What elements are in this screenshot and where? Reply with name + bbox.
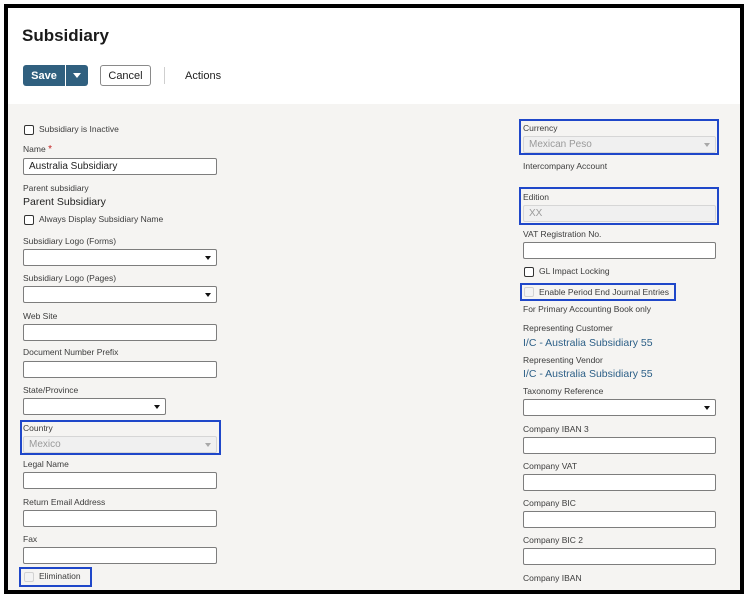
fax-field[interactable] — [23, 547, 217, 564]
name-label: Name * — [23, 144, 52, 155]
company-bic2-label: Company BIC 2 — [523, 535, 583, 545]
company-iban-label: Company IBAN — [523, 573, 582, 583]
company-vat-label: Company VAT — [523, 461, 578, 471]
logo-forms-label: Subsidiary Logo (Forms) — [23, 236, 117, 246]
company-bic-field[interactable] — [523, 511, 716, 528]
parent-subsidiary-label: Parent subsidiary — [23, 183, 89, 193]
company-bic-label: Company BIC — [523, 498, 576, 508]
company-bic2-field[interactable] — [523, 548, 716, 565]
company-iban3-label: Company IBAN 3 — [523, 424, 589, 434]
chevron-down-icon — [704, 143, 710, 147]
country-label: Country — [23, 423, 53, 433]
legal-name-label: Legal Name — [23, 459, 69, 469]
chevron-down-icon — [205, 293, 211, 297]
always-display-label: Always Display Subsidiary Name — [39, 214, 164, 224]
return-email-label: Return Email Address — [23, 497, 106, 507]
subsidiary-inactive-label: Subsidiary is Inactive — [39, 124, 119, 134]
representing-vendor-link[interactable]: I/C - Australia Subsidiary 55 — [523, 368, 653, 380]
representing-customer-label: Representing Customer — [523, 323, 613, 333]
fax-label: Fax — [23, 534, 38, 544]
actions-menu[interactable]: Actions — [185, 70, 221, 82]
always-display-checkbox[interactable] — [24, 215, 34, 225]
representing-customer-link[interactable]: I/C - Australia Subsidiary 55 — [523, 337, 653, 349]
representing-vendor-label: Representing Vendor — [523, 355, 603, 365]
toolbar-divider — [164, 67, 165, 84]
web-site-label: Web Site — [23, 311, 58, 321]
primary-book-label: For Primary Accounting Book only — [523, 304, 652, 314]
cancel-button[interactable]: Cancel — [100, 65, 151, 86]
page-header: Subsidiary Save Cancel Actions — [8, 8, 740, 104]
chevron-down-icon — [154, 405, 160, 409]
vat-registration-label: VAT Registration No. — [523, 229, 602, 239]
edition-label: Edition — [523, 192, 549, 202]
page-title: Subsidiary — [22, 26, 109, 45]
chevron-down-icon — [205, 443, 211, 447]
save-options-button[interactable] — [66, 65, 88, 86]
country-select[interactable]: Mexico — [23, 436, 217, 453]
required-indicator: * — [48, 144, 52, 155]
legal-name-field[interactable] — [23, 472, 217, 489]
chevron-down-icon — [205, 256, 211, 260]
gl-impact-locking-checkbox[interactable] — [524, 267, 534, 277]
doc-prefix-field[interactable] — [23, 361, 217, 378]
state-select[interactable] — [23, 398, 166, 415]
doc-prefix-label: Document Number Prefix — [23, 347, 119, 357]
taxonomy-reference-select[interactable] — [523, 399, 716, 416]
currency-select[interactable]: Mexican Peso — [523, 136, 716, 153]
currency-label: Currency — [523, 123, 558, 133]
logo-pages-label: Subsidiary Logo (Pages) — [23, 273, 117, 283]
state-label: State/Province — [23, 385, 79, 395]
period-end-checkbox[interactable] — [524, 287, 534, 297]
chevron-down-icon — [73, 73, 81, 78]
vat-registration-field[interactable] — [523, 242, 716, 259]
chevron-down-icon — [704, 406, 710, 410]
return-email-field[interactable] — [23, 510, 217, 527]
company-vat-field[interactable] — [523, 474, 716, 491]
intercompany-account-label: Intercompany Account — [523, 161, 608, 171]
name-field[interactable]: Australia Subsidiary — [23, 158, 217, 175]
window-frame: Subsidiary Save Cancel Actions Subsidiar… — [4, 4, 744, 594]
edition-field[interactable]: XX — [523, 205, 716, 222]
taxonomy-reference-label: Taxonomy Reference — [523, 386, 604, 396]
company-iban3-field[interactable] — [523, 437, 716, 454]
currency-value: Mexican Peso — [529, 139, 592, 150]
parent-subsidiary-value: Parent Subsidiary — [23, 196, 106, 208]
country-value: Mexico — [29, 439, 61, 450]
elimination-label: Elimination — [39, 571, 81, 581]
logo-pages-select[interactable] — [23, 286, 217, 303]
save-button[interactable]: Save — [23, 65, 65, 86]
logo-forms-select[interactable] — [23, 249, 217, 266]
gl-impact-locking-label: GL Impact Locking — [539, 266, 610, 276]
elimination-checkbox[interactable] — [24, 572, 34, 582]
subsidiary-inactive-checkbox[interactable] — [24, 125, 34, 135]
form-body: Subsidiary is Inactive Name * Australia … — [8, 104, 740, 590]
period-end-label: Enable Period End Journal Entries — [539, 287, 669, 297]
web-site-field[interactable] — [23, 324, 217, 341]
